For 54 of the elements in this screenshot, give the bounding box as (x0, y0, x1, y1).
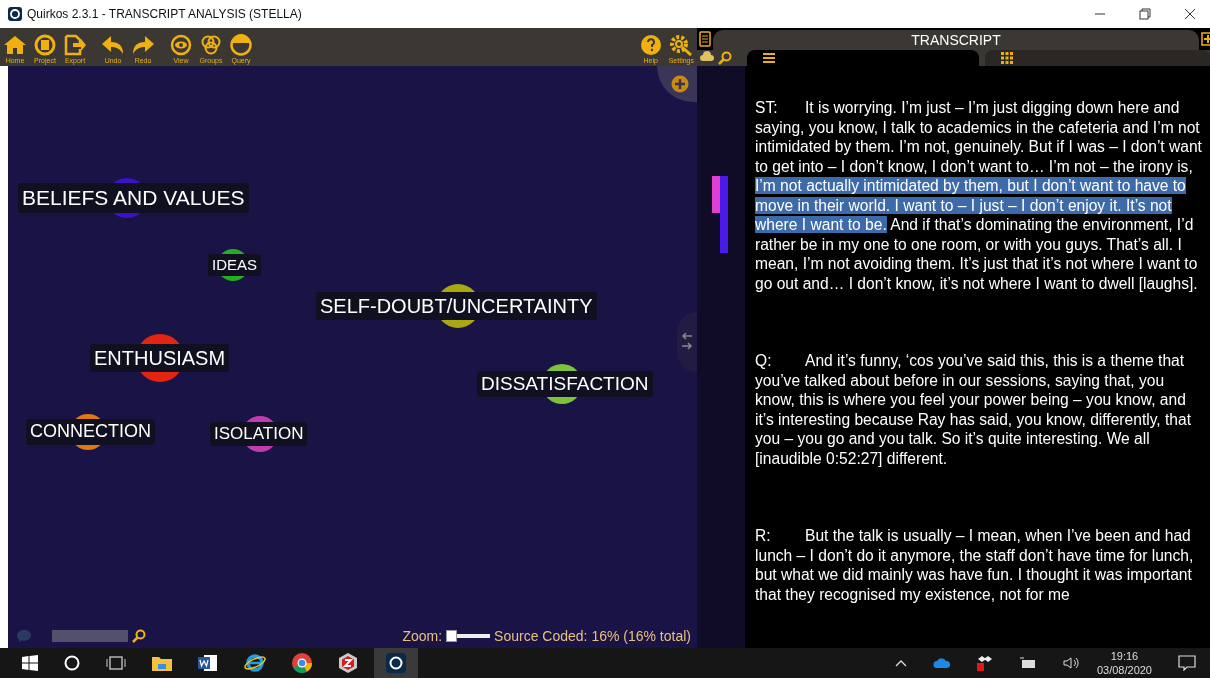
search-icon[interactable] (132, 629, 146, 643)
export-icon (63, 34, 87, 56)
zoom-label: Zoom: (402, 628, 443, 644)
zoom-slider[interactable] (446, 630, 491, 642)
windows-start-icon[interactable] (22, 655, 38, 671)
clock-time: 19:16 (1110, 649, 1139, 663)
node-label[interactable]: DISSATISFACTION (477, 370, 653, 398)
node-label[interactable]: SELF-DOUBT/UNCERTAINTY (316, 292, 597, 320)
notes-icon[interactable] (699, 31, 711, 47)
close-icon[interactable] (1184, 8, 1196, 20)
cloud-icon[interactable] (699, 51, 715, 63)
window-title: Quirkos 2.3.1 - TRANSCRIPT ANALYSIS (STELLA) (27, 7, 302, 21)
grid-icon (1001, 52, 1013, 64)
help-icon (638, 34, 663, 56)
topic-node[interactable]: SELF-DOUBT/UNCERTAINTY (316, 284, 597, 328)
chevron-up-icon[interactable] (894, 659, 907, 667)
cloud-icon[interactable] (932, 657, 951, 669)
task-view-icon[interactable] (106, 656, 126, 670)
collapse-arrows[interactable] (677, 312, 697, 372)
undo-icon (101, 34, 125, 56)
topic-node[interactable]: ENTHUSIASM (90, 334, 230, 382)
browser-e-icon[interactable] (244, 653, 266, 673)
transcript-paragraph: Q: And it’s funny, ‘cos you’ve said this, this is a theme that you’ve talked about before in our sessions, saying that, you know, this is where you feel your power being – you know, and it’s interesting because Ray has said, you know, differently, that you – you go and you talk. So it’s quite interesting. We all [inaudible 0:52:27] different. (755, 351, 1192, 468)
search-circle-icon[interactable] (64, 655, 80, 671)
search-icon[interactable] (718, 51, 732, 65)
transcript-tab[interactable]: TRANSCRIPT (713, 30, 1199, 50)
plus-icon (671, 75, 689, 93)
chrome-icon[interactable] (292, 653, 312, 673)
app-icon (8, 7, 22, 21)
clock-date: 03/08/2020 (1096, 663, 1152, 677)
transcript-paragraph: R: But the talk is usually – I mean, when I’ve been and had lunch – I don’t do it anymore, the staff don’t have time for lunch, but what we did mainly was have fun. I thought it was important that they recognised my existence, not for me (755, 526, 1195, 604)
eye-icon (169, 34, 193, 56)
groups-icon (199, 34, 223, 56)
word-icon[interactable] (198, 654, 218, 672)
topic-node[interactable]: DISSATISFACTION (477, 364, 653, 404)
z-app-icon[interactable] (338, 653, 358, 673)
notification-icon[interactable] (1178, 655, 1196, 671)
speaker-icon[interactable] (1062, 656, 1079, 670)
home-icon (3, 34, 27, 56)
source-coded-status: Source Coded: 16% (16% total) (494, 628, 691, 644)
app-icon (386, 653, 406, 673)
restore-icon[interactable] (1139, 8, 1151, 20)
menu-icon (763, 53, 775, 63)
query-icon (229, 34, 253, 56)
folder-icon[interactable] (152, 655, 172, 671)
quirkos-taskbar-button[interactable] (374, 648, 418, 678)
battery-icon[interactable] (1018, 657, 1037, 669)
node-label[interactable]: ENTHUSIASM (90, 344, 230, 372)
redo-icon (131, 34, 155, 56)
transcript-paragraph: ST: It is worrying. I’m just – I’m just digging down here and saying, you know, I talk to academics in the cafeteria and I’m not intimidated by them. I’m not, genuinely. But if I was – I don’t want to get into – I don’t know, I don’t want to… I’m not – the irony is, I’m not actually intimidated by them, but I don’t want to have to move in their world. I want to – I just – I don’t enjoy it. It’s not where I want to be. And if that’s dominating the environment, I’d rather be in my one to one room, or with you guys. That’s all. I mean, I’m not avoiding them. It’s just that it’s not where I want to go out and… I don’t know, it’s not where I want to dwell [laughs]. (755, 98, 1203, 293)
search-field[interactable] (52, 630, 128, 642)
add-button[interactable] (657, 66, 697, 102)
project-icon (33, 34, 57, 56)
settings-icon (669, 34, 694, 56)
